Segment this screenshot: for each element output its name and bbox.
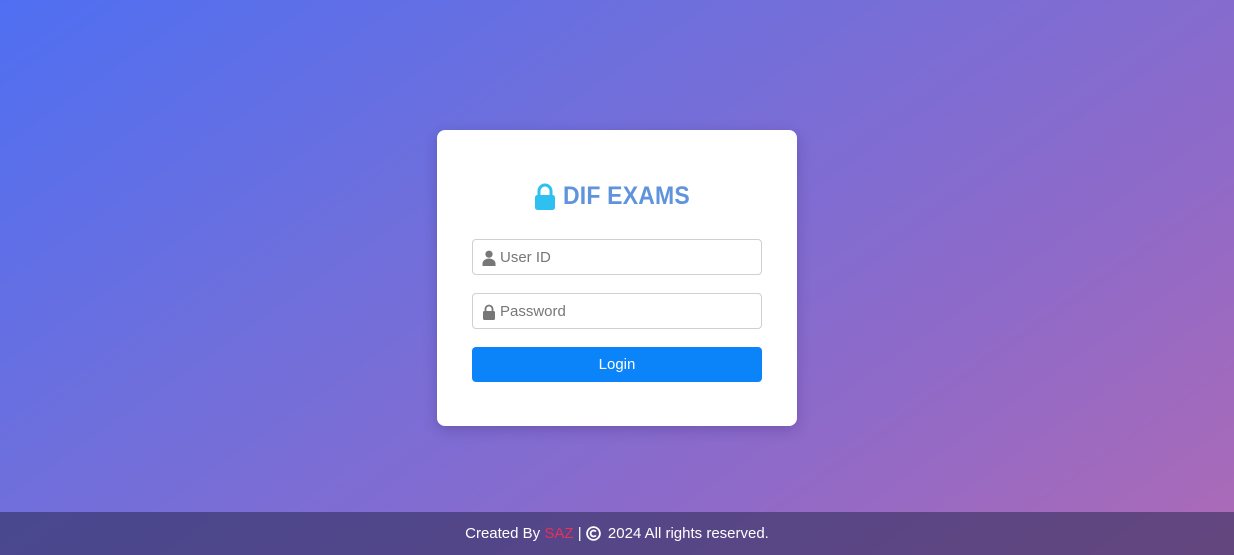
login-button[interactable]: Login	[472, 347, 762, 382]
lock-icon	[533, 183, 557, 211]
footer-prefix: Created By	[465, 525, 545, 542]
password-input[interactable]	[500, 294, 755, 328]
user-id-field[interactable]	[472, 239, 762, 275]
lock-icon	[482, 304, 496, 320]
footer-author: SAZ	[544, 525, 574, 542]
login-card: DIF EXAMS Login	[437, 130, 797, 426]
footer-copyright-text: 2024 All rights reserved.	[603, 525, 769, 542]
footer-separator: |	[573, 525, 586, 542]
brand-header: DIF EXAMS	[437, 182, 797, 211]
brand-title: DIF EXAMS	[563, 182, 690, 210]
copyright-icon	[585, 526, 601, 541]
user-id-input[interactable]	[500, 240, 755, 274]
footer: Created By SAZ | 2024 All rights reserve…	[0, 512, 1234, 555]
password-field[interactable]	[472, 293, 762, 329]
user-icon	[482, 250, 496, 266]
